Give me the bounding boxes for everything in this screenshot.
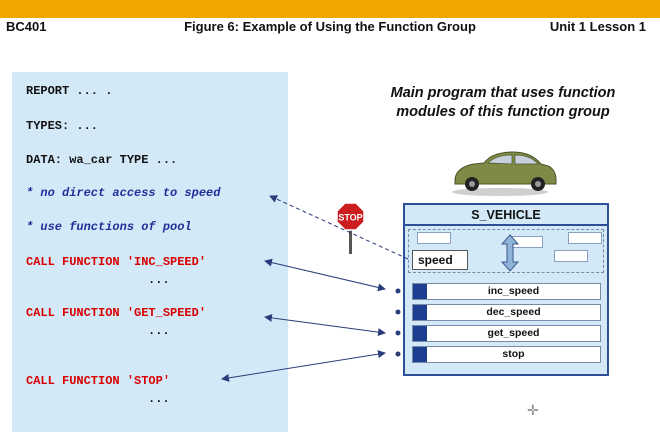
function-group-name: S_VEHICLE [471, 208, 541, 222]
code-comment-no-direct-access: * no direct access to speed [26, 186, 221, 200]
main-program-caption: Main program that uses function modules … [390, 85, 616, 120]
function-module-tab [413, 305, 427, 320]
global-data-area: speed [408, 229, 604, 273]
code-types: TYPES: ... [26, 119, 99, 133]
function-module-label: stop [502, 348, 525, 360]
function-module-label: get_speed [487, 327, 540, 339]
double-arrow-icon [500, 234, 520, 272]
unit-lesson: Unit 1 Lesson 1 [549, 19, 646, 34]
function-module-stop[interactable]: stop [412, 346, 601, 363]
code-call-stop: CALL FUNCTION 'STOP' [26, 374, 171, 388]
main-program-code-panel: REPORT ... . TYPES: ... DATA: wa_car TYP… [12, 72, 288, 432]
function-module-tab [413, 347, 427, 362]
function-module-tab [413, 326, 427, 341]
crosshair-cursor-icon: ✛ [527, 402, 539, 418]
function-module-label: inc_speed [487, 285, 540, 297]
data-field-box [417, 232, 451, 244]
code-report: REPORT ... . [26, 84, 113, 98]
function-module-tab [413, 284, 427, 299]
data-field-box [568, 232, 602, 244]
code-comment-use-functions: * use functions of pool [26, 220, 192, 234]
code-ellipsis-1: ... [148, 273, 170, 287]
function-module-get-speed[interactable]: get_speed [412, 325, 601, 342]
function-group-s-vehicle: S_VEHICLE speed inc_speed dec_speed get_… [403, 203, 609, 376]
function-group-title-divider [405, 224, 607, 226]
top-accent-bar [0, 0, 660, 18]
code-ellipsis-2: ... [148, 324, 170, 338]
speed-attribute: speed [412, 250, 468, 270]
code-call-inc-speed: CALL FUNCTION 'INC_SPEED' [26, 255, 207, 269]
function-module-label: dec_speed [486, 306, 541, 318]
blocked-access-arrow [269, 195, 409, 260]
code-data: DATA: wa_car TYPE ... [26, 153, 178, 167]
function-module-inc-speed[interactable]: inc_speed [412, 283, 601, 300]
stop-sign-label: STOP [338, 213, 362, 223]
function-module-dec-speed[interactable]: dec_speed [412, 304, 601, 321]
data-field-box [554, 250, 588, 262]
code-ellipsis-3: ... [148, 392, 170, 406]
code-call-get-speed: CALL FUNCTION 'GET_SPEED' [26, 306, 207, 320]
